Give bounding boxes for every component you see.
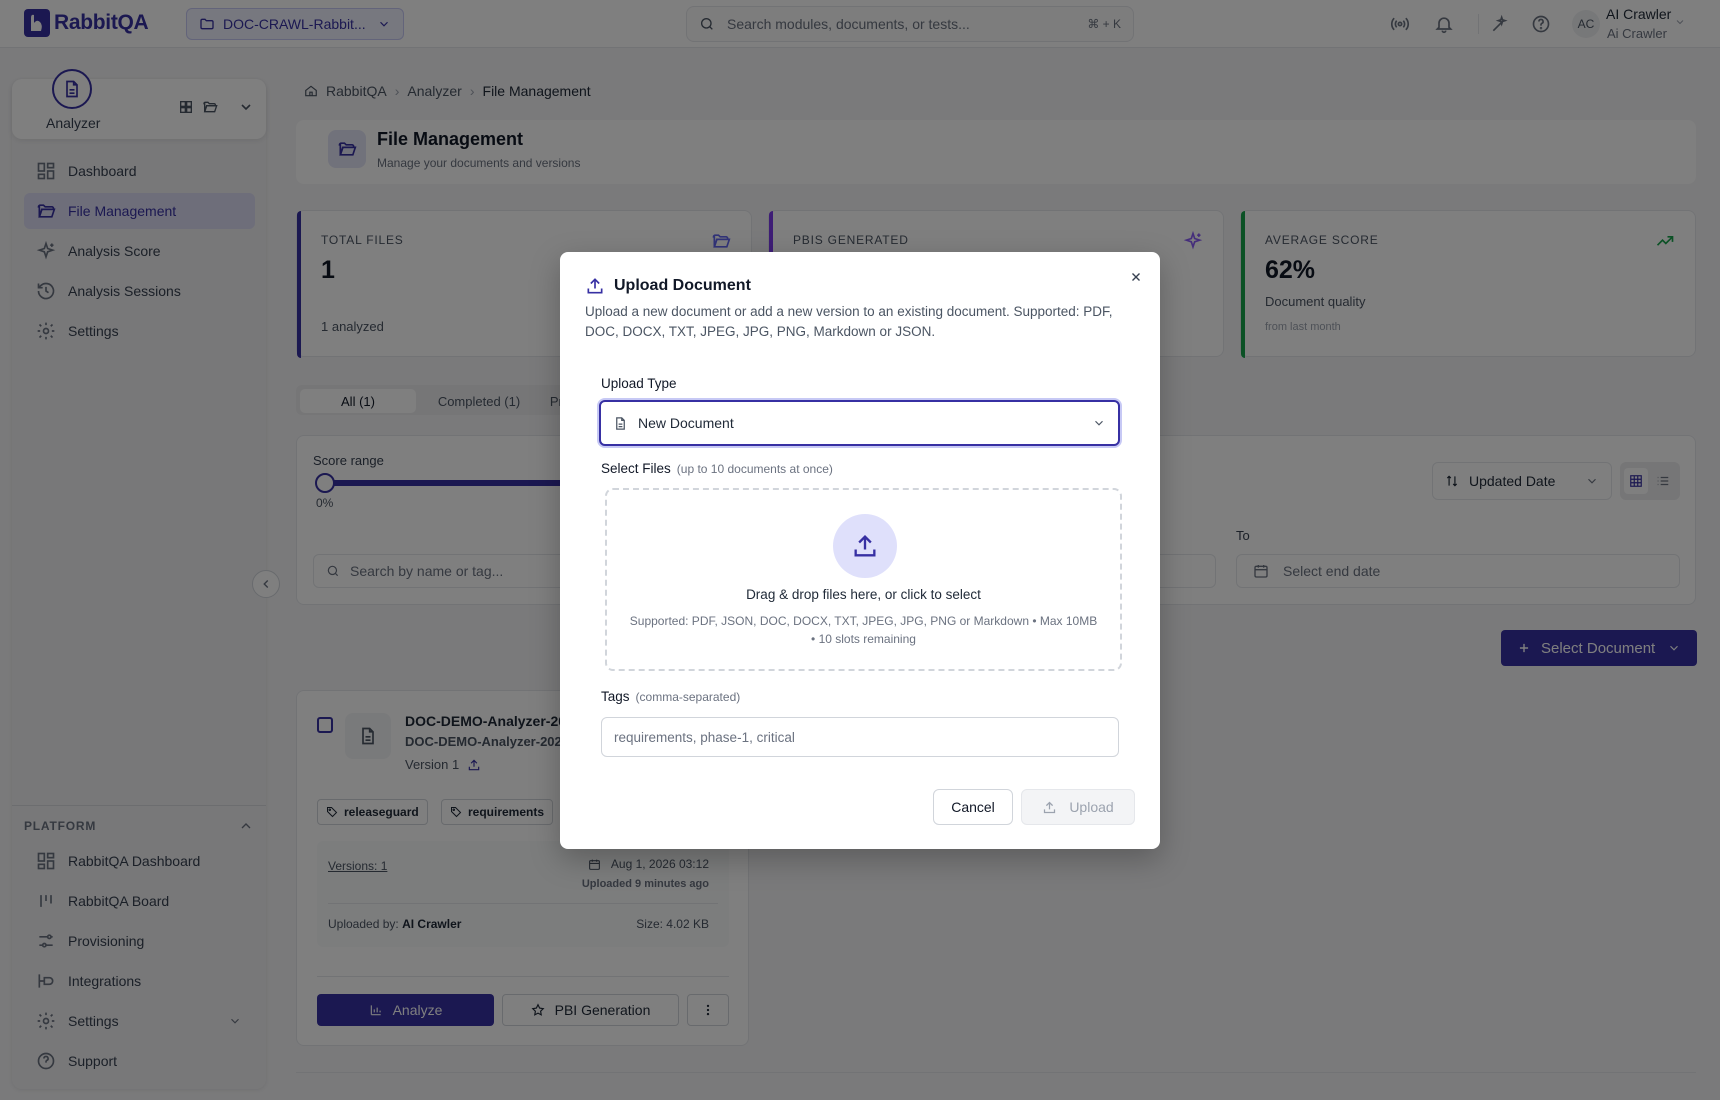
dialog-description: Upload a new document or add a new versi… [585,304,1113,339]
close-button[interactable] [1126,267,1146,287]
tags-hint: (comma-separated) [635,690,741,704]
select-files-label: Select Files (up to 10 documents at once) [601,461,833,476]
dropzone-instruction: Drag & drop files here, or click to sele… [746,587,981,602]
file-dropzone[interactable]: Drag & drop files here, or click to sele… [605,488,1122,671]
tags-label: Tags (comma-separated) [601,689,740,704]
upload-icon [833,514,897,578]
upload-button-label: Upload [1069,799,1114,815]
document-icon [616,416,625,430]
chevron-down-icon [1095,420,1103,426]
close-icon [1132,273,1140,281]
dialog-title: Upload Document [585,276,751,296]
select-files-label-text: Select Files [601,461,671,476]
upload-document-dialog: Upload Document Upload a new document or… [560,252,1160,849]
tags-label-text: Tags [601,689,630,704]
upload-icon [587,278,603,294]
upload-type-value: New Document [638,415,734,431]
select-files-hint: (up to 10 documents at once) [676,462,833,476]
dropzone-supported-formats: Supported: PDF, JSON, DOC, DOCX, TXT, JP… [629,614,1098,646]
cancel-button[interactable]: Cancel [933,789,1013,825]
upload-icon [1044,801,1056,813]
upload-button[interactable]: Upload [1021,789,1135,825]
upload-type-label: Upload Type [601,376,677,391]
tags-input[interactable] [601,717,1119,757]
upload-type-select[interactable]: New Document [599,400,1120,446]
dialog-title-text: Upload Document [614,277,751,294]
